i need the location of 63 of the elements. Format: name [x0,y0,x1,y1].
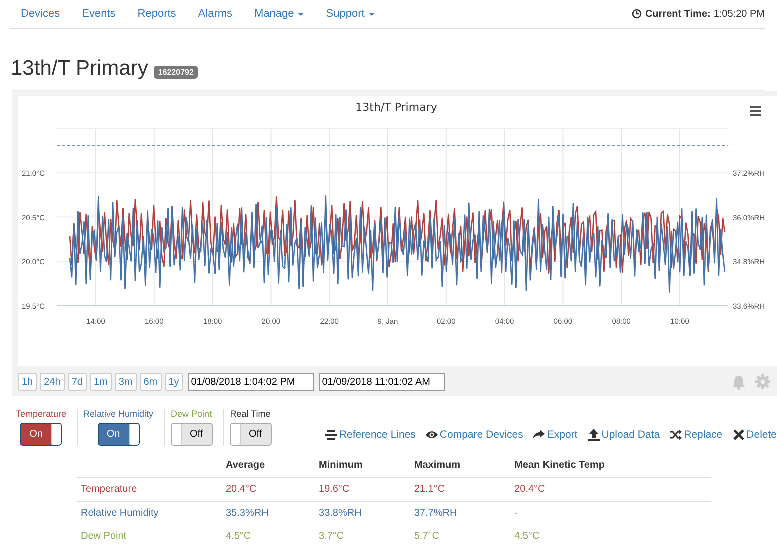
upload-icon [588,429,600,441]
table-cell: 35.3%RH [226,502,320,525]
column-header: Mean Kinetic Temp [514,460,711,478]
page-title: 13th/T Primary [11,57,148,81]
toggle-label: Relative Humidity [84,409,154,419]
stack-icon [325,429,338,441]
range-button[interactable]: 24h [40,373,65,391]
table-cell: 37.7%RH [414,502,515,525]
column-header: Maximum [414,460,515,478]
nav-link[interactable]: Manage [244,8,316,20]
column-header: Average [226,460,320,478]
action-link[interactable]: Compare Devices [440,429,524,441]
toggle-switch[interactable]: On [98,423,140,446]
nav-link[interactable]: Alarms [187,8,244,20]
chart-title: 13th/T Primary [356,101,438,114]
bell-icon [732,374,746,390]
table-cell: 4.5°C [226,525,320,548]
action-link[interactable]: Upload Data [602,429,660,441]
row-label: Relative Humidity [76,502,226,525]
shuffle-icon [670,429,682,441]
nav-link[interactable]: Support [315,8,386,20]
range-button[interactable]: 1m [90,373,112,391]
row-label: Temperature [76,478,226,502]
table-cell: 3.7°C [319,525,414,548]
table-cell: 33.8%RH [319,502,414,525]
eye-icon [426,429,438,441]
share-arrow-icon [533,429,546,441]
range-button[interactable]: 6m [140,373,162,391]
range-button[interactable]: 1y [164,373,184,391]
menu-icon [750,106,761,116]
action-link[interactable]: Replace [684,429,723,441]
date-from-field[interactable]: 01/08/2018 1:04:02 PM [188,373,314,391]
nav-link[interactable]: Reports [126,8,188,20]
clock-icon [632,9,642,19]
toggle-label: Dew Point [171,409,212,419]
nav-link[interactable]: Devices [10,8,72,20]
close-icon [732,429,745,441]
action-link[interactable]: Reference Lines [339,429,416,441]
row-label: Dew Point [76,525,226,548]
table-cell: 20.4°C [514,478,711,502]
table-cell-text: 4.5°C [514,530,541,544]
nav-link[interactable]: Events [71,8,127,20]
range-button[interactable]: 3m [114,373,137,391]
toggle-switch[interactable]: On [20,423,62,446]
table-cell: - [514,502,711,525]
toggle-switch[interactable]: Off [230,423,272,446]
table-cell: 20.4°C [226,478,320,502]
table-cell: 19.6°C [319,478,414,502]
settings-icon [755,374,771,390]
range-button[interactable]: 7d [68,373,87,391]
device-id-badge: 16220792 [154,66,198,78]
date-to-field[interactable]: 01/09/2018 11:01:02 AM [319,373,446,391]
table-cell: 5.7°C [414,525,515,548]
action-link[interactable]: Export [547,429,578,441]
toggle-label: Real Time [230,409,271,419]
table-cell: 21.1°C [414,478,515,502]
current-time: 1:05:20 PM [714,8,765,20]
clock-label: Current Time: [645,8,711,20]
range-button[interactable]: 1h [18,373,38,391]
toggle-label: Temperature [16,409,67,419]
column-header: Minimum [319,460,414,478]
action-link[interactable]: Delete [746,429,777,441]
toggle-switch[interactable]: Off [170,423,213,446]
